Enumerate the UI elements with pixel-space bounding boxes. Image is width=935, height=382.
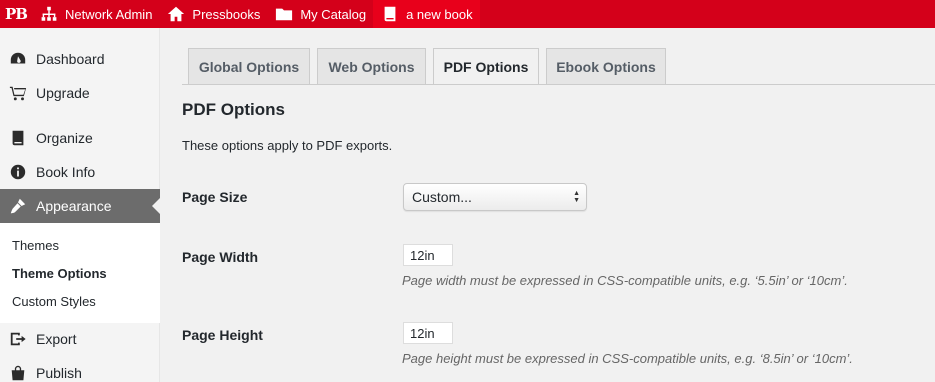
submenu-item-themes[interactable]: Themes — [12, 238, 59, 253]
pressbooks-label: Pressbooks — [192, 6, 261, 22]
tab-web-options[interactable]: Web Options — [317, 48, 426, 84]
sidebar-item-label: Export — [36, 331, 77, 347]
sidebar-item-upgrade[interactable]: Upgrade — [0, 76, 160, 110]
current-book-label: a new book — [406, 6, 473, 22]
tab-ebook-options[interactable]: Ebook Options — [546, 48, 666, 84]
page-width-input[interactable]: 12in — [403, 244, 453, 266]
sidebar-item-book-info[interactable]: Book Info — [0, 155, 160, 189]
book-icon — [384, 6, 396, 22]
sidebar-item-export[interactable]: Export — [0, 322, 160, 356]
tab-global-options[interactable]: Global Options — [188, 48, 310, 84]
sidebar-item-label: Dashboard — [36, 51, 105, 67]
sidebar-item-label: Appearance — [36, 198, 112, 214]
submenu-item-theme-options[interactable]: Theme Options — [12, 266, 107, 281]
tab-divider — [182, 84, 935, 85]
sidebar-item-label: Publish — [36, 365, 82, 381]
page-height-label: Page Height — [182, 327, 263, 343]
page-width-label: Page Width — [182, 249, 259, 265]
appearance-submenu: Themes Theme Options Custom Styles — [0, 223, 160, 323]
sidebar: Dashboard Upgrade Organize Book Info App… — [0, 28, 160, 382]
my-catalog-link[interactable]: My Catalog — [267, 0, 373, 28]
my-catalog-label: My Catalog — [300, 6, 367, 22]
current-book-link[interactable]: a new book — [373, 0, 480, 28]
sidebar-item-organize[interactable]: Organize — [0, 121, 160, 155]
home-icon — [168, 6, 185, 22]
dashboard-icon — [10, 52, 26, 64]
submenu-item-custom-styles[interactable]: Custom Styles — [12, 294, 96, 309]
tab-pdf-options[interactable]: PDF Options — [433, 48, 539, 85]
page-width-hint: Page width must be expressed in CSS-comp… — [402, 273, 848, 288]
page-size-label: Page Size — [182, 189, 248, 205]
page-height-input[interactable]: 12in — [403, 322, 453, 344]
info-icon — [10, 164, 26, 180]
select-arrows-icon: ▲ ▼ — [573, 190, 580, 204]
page-height-hint: Page height must be expressed in CSS-com… — [402, 351, 853, 366]
book-icon — [12, 130, 24, 146]
page-title: PDF Options — [182, 100, 285, 119]
sidebar-item-label: Book Info — [36, 164, 96, 180]
admin-bar: PB Network Admin Pressbooks My Catalog a… — [0, 0, 935, 28]
sidebar-item-publish[interactable]: Publish — [0, 356, 160, 382]
folder-icon — [276, 8, 293, 21]
export-icon — [10, 332, 26, 346]
sidebar-item-appearance[interactable]: Appearance — [0, 189, 160, 223]
sidebar-item-dashboard[interactable]: Dashboard — [0, 42, 160, 76]
page-size-select[interactable]: Custom... ▲ ▼ — [403, 183, 587, 211]
section-description: These options apply to PDF exports. — [182, 138, 393, 153]
pressbooks-logo[interactable]: PB — [0, 0, 32, 28]
sidebar-item-label: Organize — [36, 130, 93, 146]
paintbrush-icon — [10, 198, 26, 214]
network-admin-label: Network Admin — [65, 6, 153, 22]
pressbooks-link[interactable]: Pressbooks — [159, 0, 267, 28]
cart-icon — [9, 86, 27, 101]
network-icon — [41, 6, 57, 21]
network-admin-link[interactable]: Network Admin — [32, 0, 159, 28]
bag-icon — [11, 365, 25, 381]
sidebar-item-label: Upgrade — [36, 85, 90, 101]
page-size-value: Custom... — [412, 189, 472, 205]
